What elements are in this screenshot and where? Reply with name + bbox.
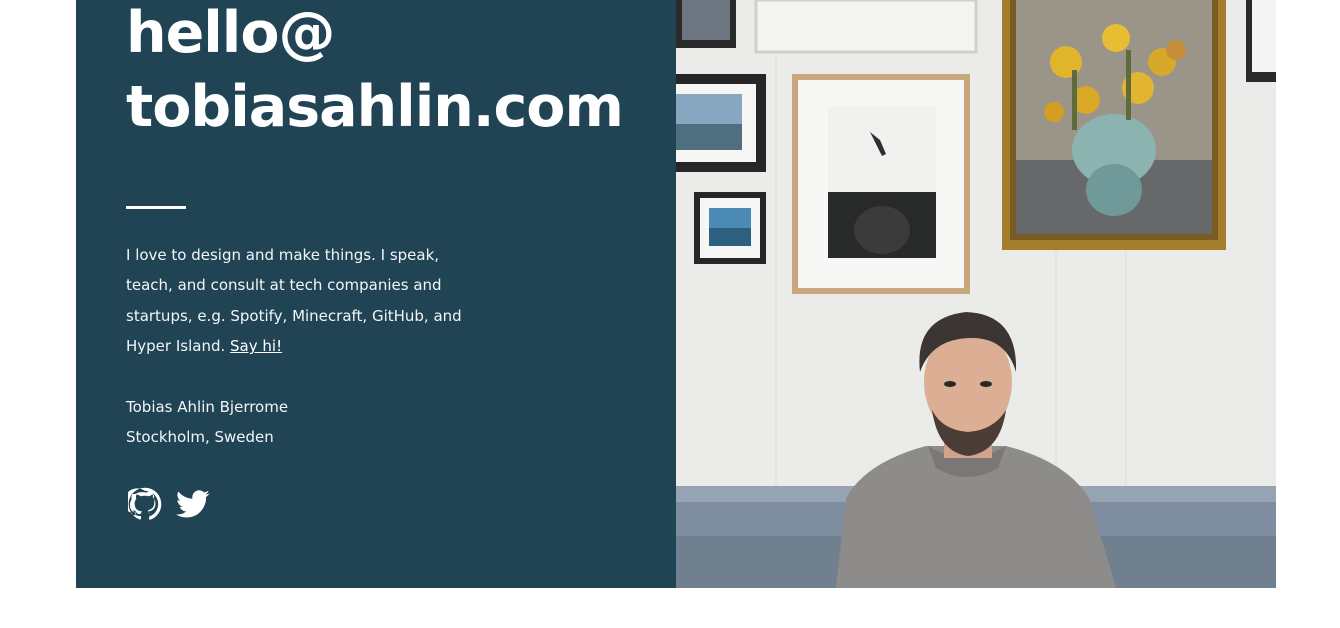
portrait-photo (676, 0, 1276, 588)
twitter-icon (176, 490, 210, 518)
headline-line-1: hello@ (126, 0, 335, 66)
intro-card: hello@ tobiasahlin.com I love to design … (76, 0, 1276, 588)
contact-location: Stockholm, Sweden (126, 428, 274, 447)
headline-line-2: tobiasahlin.com (126, 74, 624, 140)
github-link[interactable] (124, 487, 162, 521)
contact-info: Tobias Ahlin Bjerrome Stockholm, Sweden (126, 392, 288, 453)
divider (126, 206, 186, 209)
social-links (124, 487, 210, 521)
twitter-link[interactable] (176, 487, 210, 521)
bio-paragraph: I love to design and make things. I spea… (126, 240, 476, 362)
say-hi-link[interactable]: Say hi! (230, 337, 282, 355)
bio-text: I love to design and make things. I spea… (126, 246, 462, 356)
intro-panel: hello@ tobiasahlin.com I love to design … (76, 0, 676, 588)
contact-name: Tobias Ahlin Bjerrome (126, 398, 289, 416)
portrait-illustration (676, 0, 1276, 588)
github-icon (124, 487, 162, 520)
email-headline: hello@ tobiasahlin.com (126, 0, 624, 144)
